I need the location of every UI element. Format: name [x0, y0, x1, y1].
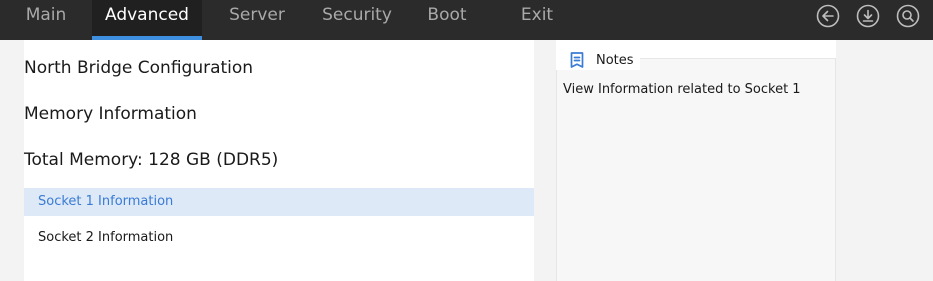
notes-header: Notes	[556, 50, 640, 70]
subsection-title: Memory Information	[24, 104, 197, 124]
notes-text: View Information related to Socket 1	[563, 82, 801, 97]
left-margin	[0, 40, 24, 281]
socket-1-information-item[interactable]: Socket 1 Information	[24, 188, 534, 216]
tab-main[interactable]: Main	[0, 0, 92, 40]
right-margin	[836, 40, 933, 281]
tab-security[interactable]: Security	[312, 0, 402, 40]
search-icon[interactable]	[896, 4, 920, 28]
section-title: North Bridge Configuration	[24, 58, 254, 78]
top-nav-bar: Main Advanced Server Security Boot Exit	[0, 0, 933, 40]
download-icon[interactable]	[856, 4, 880, 28]
tab-boot[interactable]: Boot	[414, 0, 480, 40]
notes-title: Notes	[596, 52, 634, 68]
tab-server[interactable]: Server	[214, 0, 300, 40]
tab-advanced[interactable]: Advanced	[92, 0, 202, 40]
panel-gap	[534, 40, 556, 281]
socket-2-information-item[interactable]: Socket 2 Information	[24, 224, 534, 252]
tab-exit[interactable]: Exit	[508, 0, 566, 40]
total-memory-value: Total Memory: 128 GB (DDR5)	[24, 150, 279, 170]
back-arrow-icon[interactable]	[816, 4, 840, 28]
notes-icon	[568, 51, 586, 69]
